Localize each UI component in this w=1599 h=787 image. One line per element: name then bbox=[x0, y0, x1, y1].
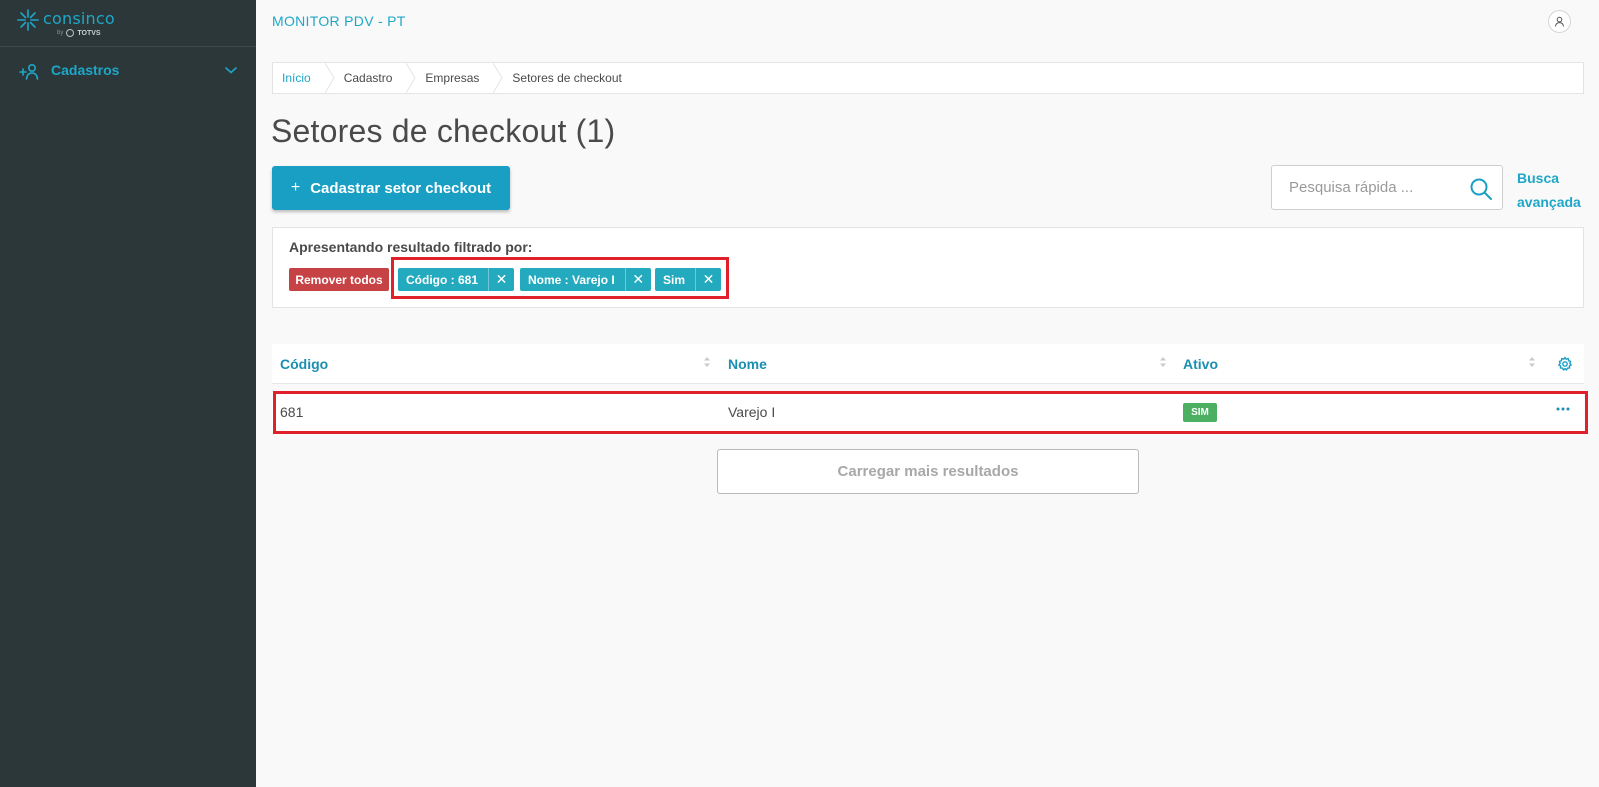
results-table: Código Nome Ativo 681 Varejo I SIM bbox=[272, 344, 1584, 432]
sort-icon[interactable] bbox=[1528, 356, 1536, 368]
sidebar-item-label: Cadastros bbox=[51, 62, 120, 78]
sidebar-divider bbox=[0, 46, 256, 47]
breadcrumb-separator bbox=[324, 63, 335, 93]
page-title: Setores de checkout (1) bbox=[271, 113, 616, 149]
breadcrumb-label[interactable]: Cadastro bbox=[344, 71, 407, 85]
chevron-down-icon bbox=[225, 67, 237, 74]
filter-title: Apresentando resultado filtrado por: bbox=[289, 239, 533, 255]
logo-partner-text: TOTVS bbox=[77, 29, 101, 37]
load-more-button[interactable]: Carregar mais resultados bbox=[717, 449, 1139, 494]
user-icon bbox=[1555, 16, 1564, 27]
logo-byline: by TOTVS bbox=[57, 29, 101, 37]
advanced-search-label[interactable]: Busca bbox=[1517, 166, 1581, 190]
plus-icon: + bbox=[290, 179, 301, 196]
table-header: Código Nome Ativo bbox=[272, 344, 1584, 384]
breadcrumb-separator bbox=[493, 63, 504, 93]
highlight-box-filters bbox=[391, 257, 729, 299]
breadcrumb-separator bbox=[406, 63, 416, 93]
breadcrumb-item-current: Setores de checkout bbox=[503, 63, 635, 93]
app-title: MONITOR PDV - PT bbox=[272, 13, 406, 29]
search-input[interactable] bbox=[1273, 167, 1463, 208]
breadcrumb-item-cadastro[interactable]: Cadastro bbox=[335, 63, 417, 93]
breadcrumb-item-inicio[interactable]: Início bbox=[273, 63, 335, 93]
button-label: Cadastrar setor checkout bbox=[310, 179, 492, 197]
totvs-icon bbox=[66, 29, 75, 37]
user-menu-button[interactable] bbox=[1548, 10, 1571, 33]
highlight-box-row bbox=[273, 391, 1588, 434]
add-user-icon bbox=[19, 63, 39, 80]
gear-icon[interactable] bbox=[1557, 356, 1573, 372]
column-header-nome[interactable]: Nome bbox=[728, 356, 767, 372]
logo-by-text: by bbox=[57, 30, 64, 36]
column-header-ativo[interactable]: Ativo bbox=[1183, 356, 1218, 372]
column-header-codigo[interactable]: Código bbox=[280, 356, 328, 372]
advanced-search-link[interactable]: Busca avançada bbox=[1517, 166, 1581, 214]
consinco-star-icon bbox=[17, 9, 39, 31]
remove-all-filters-button[interactable]: Remover todos bbox=[289, 268, 389, 291]
advanced-search-label[interactable]: avançada bbox=[1517, 190, 1581, 214]
sort-icon[interactable] bbox=[703, 356, 711, 368]
sidebar-item-cadastros[interactable]: Cadastros bbox=[0, 56, 256, 86]
breadcrumb-label: Setores de checkout bbox=[512, 71, 622, 85]
breadcrumb-label[interactable]: Empresas bbox=[425, 71, 493, 85]
breadcrumb: Início Cadastro Empresas Setores de chec… bbox=[272, 62, 1584, 94]
breadcrumb-item-empresas[interactable]: Empresas bbox=[416, 63, 504, 93]
search-icon[interactable] bbox=[1469, 177, 1493, 201]
logo-text: consinco bbox=[43, 9, 115, 28]
sort-icon[interactable] bbox=[1159, 356, 1167, 368]
add-checkout-sector-button[interactable]: + Cadastrar setor checkout bbox=[272, 166, 510, 210]
quick-search bbox=[1271, 165, 1503, 210]
sidebar: consinco by TOTVS Cadastros bbox=[0, 0, 256, 787]
breadcrumb-label[interactable]: Início bbox=[282, 71, 325, 85]
